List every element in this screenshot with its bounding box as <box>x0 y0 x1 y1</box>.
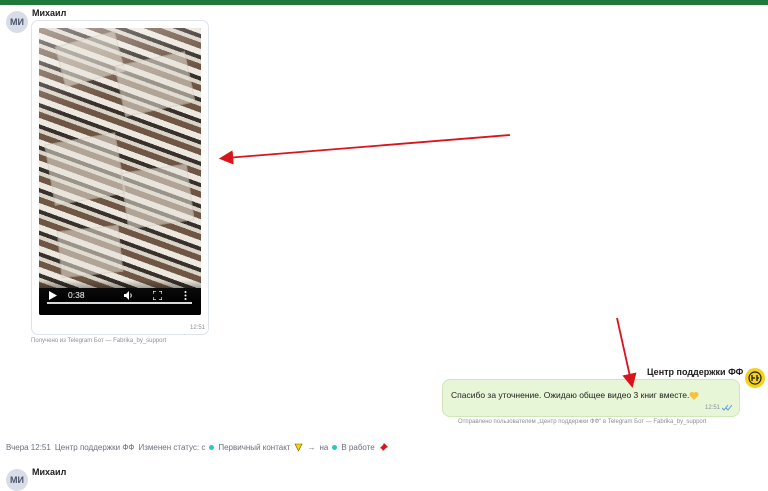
event-time: Вчера 12:51 <box>6 443 51 452</box>
sender-name[interactable]: Михаил <box>32 467 66 477</box>
status-change-event: Вчера 12:51 Центр поддержки ФФ Изменен с… <box>6 443 388 452</box>
event-action: Изменен статус: с <box>138 443 206 452</box>
shield-icon <box>294 443 303 452</box>
status-dot-icon <box>209 445 215 450</box>
annotation-arrows <box>218 134 637 389</box>
status-dot-icon <box>332 445 338 450</box>
status-from: Первичный контакт <box>218 443 291 452</box>
arrow-to-message <box>616 317 637 389</box>
avatar[interactable]: МИ <box>6 469 28 491</box>
status-connector: на <box>319 443 329 452</box>
event-actor[interactable]: Центр поддержки ФФ <box>55 443 135 452</box>
pin-icon <box>378 443 388 452</box>
arrow-to-video <box>218 134 511 165</box>
status-to: В работе <box>341 443 375 452</box>
status-arrow: → <box>307 443 316 452</box>
